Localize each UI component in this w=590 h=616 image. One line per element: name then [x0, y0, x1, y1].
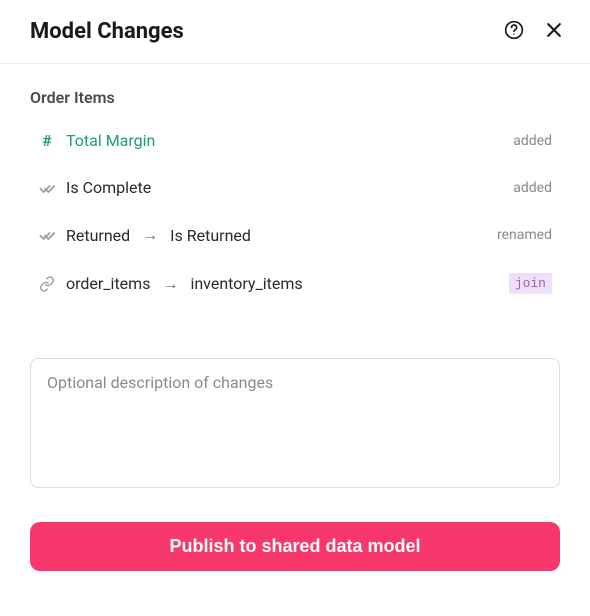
field-label: Is Complete [66, 178, 151, 197]
field-from: order_items [66, 274, 150, 293]
change-left: order_items → inventory_items [38, 274, 303, 294]
change-left: Is Complete [38, 178, 151, 197]
field-to: inventory_items [190, 274, 302, 293]
header-actions [502, 18, 566, 45]
change-badge: join [509, 273, 552, 294]
link-icon [38, 276, 56, 292]
change-left: # Total Margin [38, 131, 155, 150]
dialog-header: Model Changes [0, 0, 590, 64]
change-status: renamed [497, 227, 552, 243]
measure-icon: # [38, 131, 56, 150]
help-icon [504, 20, 524, 43]
change-row-is-complete: Is Complete added [30, 164, 560, 211]
field-label: Total Margin [66, 131, 155, 150]
description-wrap [0, 308, 590, 492]
arrow-icon: → [140, 225, 160, 245]
boolean-icon [38, 180, 56, 196]
change-status: added [513, 133, 552, 149]
change-row-returned: Returned → Is Returned renamed [30, 211, 560, 259]
boolean-icon [38, 227, 56, 243]
publish-button[interactable]: Publish to shared data model [30, 522, 560, 571]
field-to: Is Returned [170, 226, 251, 245]
description-input[interactable] [30, 358, 560, 488]
help-button[interactable] [502, 18, 526, 45]
close-icon [544, 20, 564, 43]
change-list: # Total Margin added Is Complete added R… [0, 117, 590, 308]
dialog-title: Model Changes [30, 19, 184, 44]
change-row-total-margin: # Total Margin added [30, 117, 560, 164]
field-from: Returned [66, 226, 130, 245]
arrow-icon: → [160, 274, 180, 294]
dialog-footer: Publish to shared data model [0, 492, 590, 571]
change-left: Returned → Is Returned [38, 225, 251, 245]
section-title: Order Items [0, 64, 590, 117]
close-button[interactable] [542, 18, 566, 45]
change-row-join: order_items → inventory_items join [30, 259, 560, 308]
change-status: added [513, 180, 552, 196]
